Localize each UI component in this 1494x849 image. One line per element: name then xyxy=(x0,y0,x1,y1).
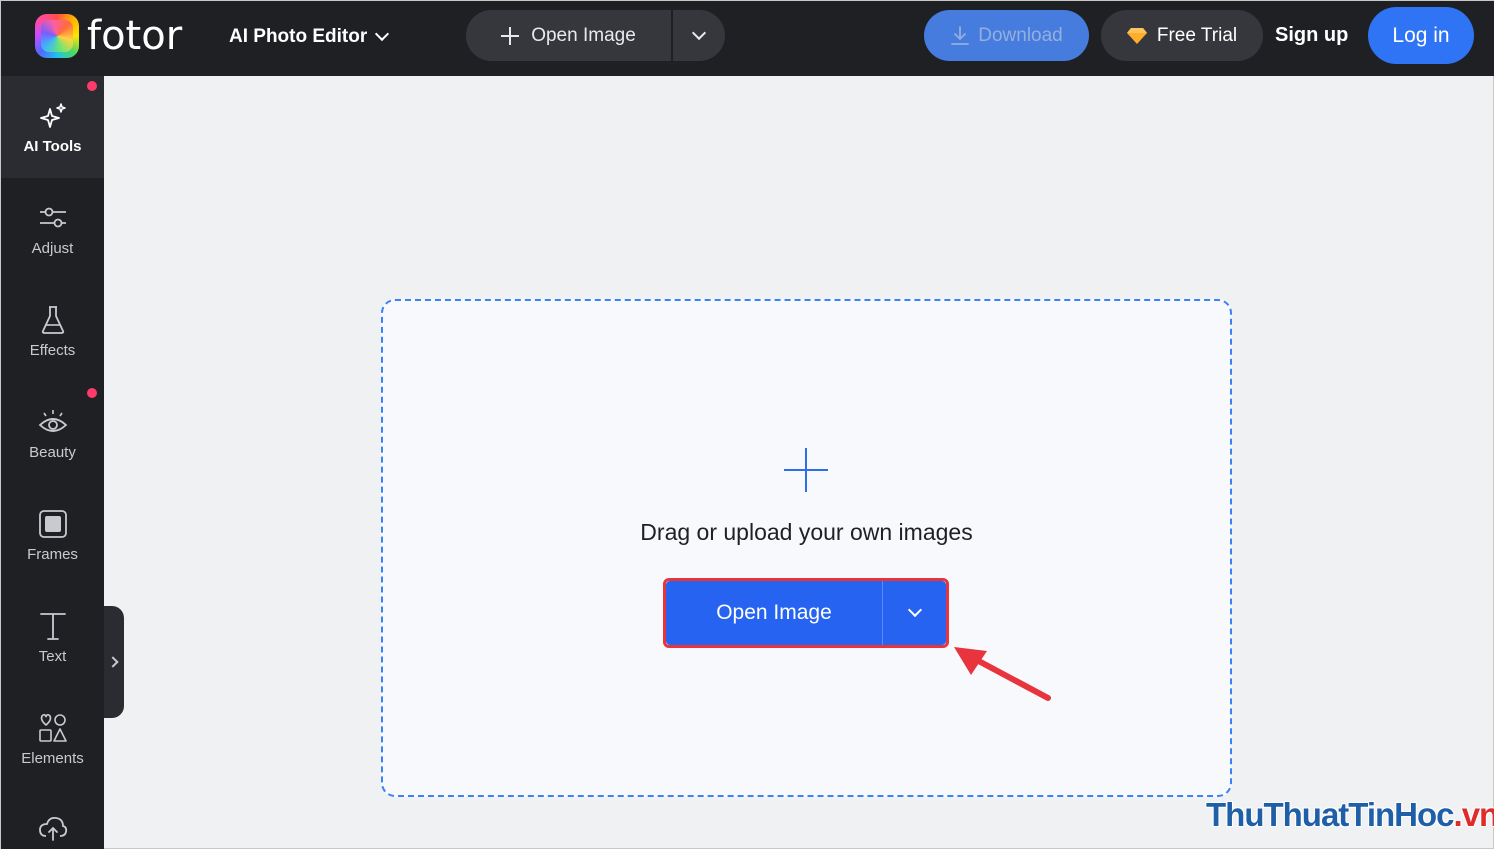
watermark-main: ThuThuatTinHoc xyxy=(1206,796,1455,833)
sparkle-icon xyxy=(39,102,66,128)
sidebar-item-label: Text xyxy=(38,647,67,665)
header-open-image-group: Open Image xyxy=(466,10,725,61)
fotor-logo[interactable]: fotor xyxy=(35,13,182,59)
download-icon xyxy=(951,25,970,45)
product-switcher[interactable]: AI Photo Editor xyxy=(229,23,390,51)
sidebar-item-label: Elements xyxy=(21,749,84,767)
sidebar-collapse-toggle[interactable] xyxy=(104,606,124,718)
download-label: Download xyxy=(978,24,1063,46)
free-trial-label: Free Trial xyxy=(1156,24,1238,46)
left-sidebar: AI Tools Adjust Effects Beauty Frames Te… xyxy=(1,76,104,849)
free-trial-button[interactable]: Free Trial xyxy=(1101,10,1263,61)
sidebar-item-label: Effects xyxy=(29,341,76,359)
sidebar-item-label: Frames xyxy=(27,545,78,563)
header-open-image-label: Open Image xyxy=(531,24,636,46)
logo-text: fotor xyxy=(87,13,183,59)
diamond-icon xyxy=(1126,27,1147,44)
shapes-icon xyxy=(38,713,67,742)
sidebar-item-label: Adjust xyxy=(31,239,74,257)
watermark-tail: .vn xyxy=(1453,796,1494,833)
fotor-logo-icon xyxy=(35,14,79,58)
eye-icon xyxy=(38,409,67,432)
sidebar-item-adjust[interactable]: Adjust xyxy=(1,178,104,280)
header-open-image-dropdown[interactable] xyxy=(673,10,725,61)
download-button[interactable]: Download xyxy=(924,10,1089,61)
add-image-plus-icon[interactable] xyxy=(784,448,828,492)
product-label: AI Photo Editor xyxy=(229,26,368,47)
watermark: ThuThuatTinHoc.vn xyxy=(1206,796,1494,840)
sidebar-item-label: AI Tools xyxy=(23,137,82,155)
sidebar-item-elements[interactable]: Elements xyxy=(1,688,104,790)
sidebar-item-ai-tools[interactable]: AI Tools xyxy=(1,76,104,178)
sidebar-item-effects[interactable]: Effects xyxy=(1,280,104,382)
flask-icon xyxy=(41,305,64,334)
sidebar-item-text[interactable]: Text xyxy=(1,586,104,688)
notification-dot xyxy=(87,388,97,398)
frame-icon xyxy=(38,509,67,538)
log-in-button[interactable]: Log in xyxy=(1368,7,1474,64)
cloud-upload-icon xyxy=(38,816,67,841)
text-icon xyxy=(39,612,66,640)
sidebar-item-frames[interactable]: Frames xyxy=(1,484,104,586)
sliders-icon xyxy=(39,207,66,227)
top-bar: fotor AI Photo Editor Open Image Downloa… xyxy=(1,1,1494,76)
red-arrow-annotation xyxy=(954,647,1051,701)
chevron-down-icon xyxy=(375,26,390,42)
plus-icon xyxy=(501,26,520,45)
log-in-label: Log in xyxy=(1392,23,1450,47)
sign-up-link[interactable]: Sign up xyxy=(1275,21,1348,49)
upload-drop-zone[interactable] xyxy=(381,299,1232,797)
highlight-box xyxy=(663,578,949,648)
chevron-down-icon xyxy=(691,25,707,40)
sidebar-item-upload[interactable] xyxy=(1,790,104,849)
header-open-image-button[interactable]: Open Image xyxy=(466,10,671,61)
chevron-right-icon xyxy=(106,656,119,668)
sidebar-item-label: Beauty xyxy=(29,443,76,461)
drag-upload-hint: Drag or upload your own images xyxy=(640,519,973,545)
notification-dot xyxy=(87,81,97,91)
